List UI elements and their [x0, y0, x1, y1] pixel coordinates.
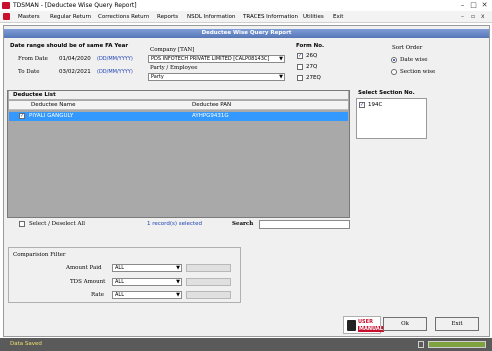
row-checkbox[interactable]: ✓	[19, 113, 25, 119]
chevron-down-icon: ▼	[176, 292, 180, 298]
column-deductee-name[interactable]: Deductee Name	[31, 101, 76, 109]
minimize-button[interactable]: –	[458, 1, 467, 10]
section-list: ✓ 194C	[356, 98, 427, 139]
company-label: Company [TAN]	[150, 47, 195, 53]
amount-paid-value-input[interactable]	[186, 264, 231, 272]
form-27eq-label: 27EQ	[306, 75, 321, 81]
exit-button[interactable]: Exit	[435, 317, 479, 331]
menu-utilities[interactable]: Utilities	[303, 13, 324, 21]
user-manual-top-label: USER	[358, 319, 373, 325]
comparison-filter-title: Comparision Filter	[13, 251, 66, 259]
status-text: Data Saved	[10, 341, 42, 347]
tds-amount-select[interactable]: ALL ▼	[112, 278, 182, 286]
party-label: Party / Employee	[150, 65, 198, 71]
user-manual-bottom-label: MANUAL	[358, 326, 384, 332]
sort-order-label: Sort Order	[392, 45, 423, 51]
form-27q-checkbox[interactable]	[297, 64, 303, 70]
deductee-list-title: Deductee List	[13, 92, 56, 98]
menu-nsdl-information[interactable]: NSDL Information	[187, 13, 236, 21]
mdi-close-button[interactable]: x	[481, 13, 485, 21]
window-title: TDSMAN - [Deductee Wise Query Report]	[13, 2, 137, 9]
to-date-label: To Date	[18, 69, 40, 75]
rate-select[interactable]: ALL ▼	[112, 291, 182, 299]
search-input[interactable]	[259, 220, 350, 229]
deductee-list-title-bar: Deductee List	[9, 91, 348, 100]
maximize-button[interactable]: □	[469, 1, 478, 10]
company-select-value: PDS INFOTECH PRIVATE LIMITED [CALP08143C…	[151, 56, 270, 62]
manual-book-icon	[347, 320, 356, 331]
mdi-maximize-button[interactable]: ▫	[471, 13, 475, 21]
section-wise-radio[interactable]	[391, 69, 397, 75]
section-194c-label: 194C	[368, 102, 383, 108]
amount-paid-select[interactable]: ALL ▼	[112, 264, 182, 272]
table-row[interactable]: ✓ PIYALI GANGULY AYHPG9431G	[9, 112, 348, 121]
deductee-pan-cell: AYHPG9431G	[192, 113, 229, 119]
title-bar: TDSMAN - [Deductee Wise Query Report] – …	[0, 0, 492, 11]
select-section-label: Select Section No.	[358, 90, 415, 96]
form-27eq-checkbox[interactable]	[297, 75, 303, 81]
status-indicator-icon	[418, 341, 424, 348]
tds-amount-value-input[interactable]	[186, 278, 231, 286]
form-27q-label: 27Q	[306, 64, 318, 70]
report-header: Deductee Wise Query Report	[4, 29, 489, 38]
chevron-down-icon: ▼	[279, 56, 283, 62]
menu-regular-return[interactable]: Regular Return	[50, 13, 91, 21]
tds-amount-select-value: ALL	[115, 279, 124, 285]
deductee-list-header: Deductee Name Deductee PAN	[9, 101, 348, 110]
records-selected-text: 1 record(s) selected	[147, 221, 202, 227]
date-range-note: Date range should be of same FA Year	[10, 43, 129, 49]
from-date-input[interactable]: 01/04/2020	[59, 55, 91, 63]
party-select-value: Party	[151, 74, 164, 80]
section-194c-checkbox[interactable]: ✓	[359, 102, 365, 108]
form-26q-checkbox[interactable]: ✓	[297, 53, 303, 59]
party-select[interactable]: Party ▼	[148, 73, 285, 81]
close-button[interactable]: ✕	[480, 1, 489, 10]
column-deductee-pan[interactable]: Deductee PAN	[192, 101, 231, 109]
chevron-down-icon: ▼	[279, 74, 283, 80]
company-select[interactable]: PDS INFOTECH PRIVATE LIMITED [CALP08143C…	[148, 55, 285, 63]
menu-traces-information[interactable]: TRACES Information	[243, 13, 298, 21]
rate-label: Rate	[91, 292, 105, 298]
to-date-format-hint: (DD/MM/YYYY)	[97, 69, 133, 75]
search-label: Search	[232, 221, 254, 227]
chevron-down-icon: ▼	[176, 279, 180, 285]
menu-exit[interactable]: Exit	[333, 13, 343, 21]
form-no-label: Form No.	[296, 43, 325, 49]
from-date-label: From Date	[18, 56, 48, 62]
from-date-format-hint: (DD/MM/YYYY)	[97, 56, 133, 62]
app-icon	[2, 2, 10, 9]
amount-paid-label: Amount Paid	[66, 265, 102, 271]
mdi-minimize-button[interactable]: –	[461, 13, 464, 21]
status-progress-bar	[428, 341, 486, 348]
amount-paid-select-value: ALL	[115, 265, 124, 271]
to-date-input[interactable]: 03/02/2021	[59, 68, 91, 76]
chevron-down-icon: ▼	[176, 265, 180, 271]
system-menu-icon[interactable]	[3, 13, 10, 20]
ok-button[interactable]: Ok	[383, 317, 427, 331]
date-wise-label: Date wise	[400, 57, 428, 63]
rate-value-input[interactable]	[186, 291, 231, 299]
menu-reports[interactable]: Reports	[157, 13, 178, 21]
tds-amount-label: TDS Amount	[70, 279, 106, 285]
status-bar: Data Saved	[0, 338, 492, 351]
menu-masters[interactable]: Masters	[18, 13, 40, 21]
date-wise-radio[interactable]	[391, 57, 397, 63]
form-26q-label: 26Q	[306, 53, 318, 59]
user-manual-button[interactable]: USER MANUAL	[343, 316, 384, 334]
select-all-checkbox[interactable]	[19, 221, 25, 227]
rate-select-value: ALL	[115, 292, 124, 298]
deductee-name-cell: PIYALI GANGULY	[29, 113, 74, 119]
select-all-label: Select / Deselect All	[29, 221, 85, 227]
menu-corrections-return[interactable]: Corrections Return	[98, 13, 149, 21]
section-wise-label: Section wise	[400, 69, 436, 75]
menu-bar: Masters Regular Return Corrections Retur…	[0, 11, 492, 23]
